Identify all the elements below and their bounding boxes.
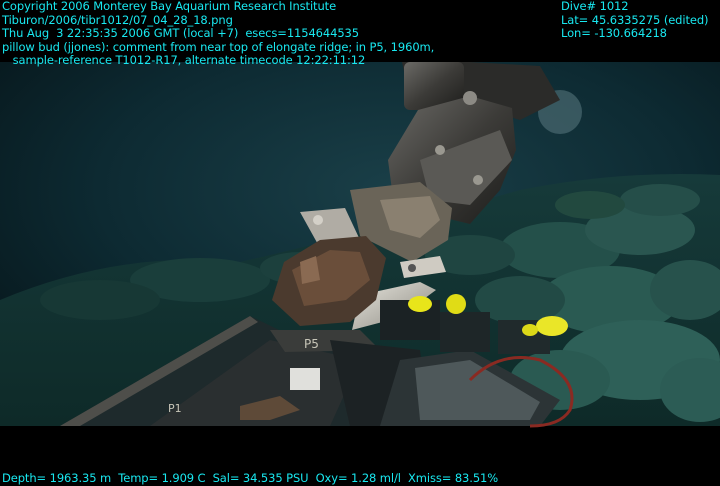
longitude: Lon= -130.664218 — [561, 26, 667, 40]
box-label-p1: P1 — [168, 402, 182, 415]
dive-number: Dive# 1012 — [561, 0, 629, 13]
telemetry-footer: Depth= 1963.35 m Temp= 1.909 C Sal= 34.5… — [2, 471, 499, 485]
copyright-line: Copyright 2006 Monterey Bay Aquarium Res… — [2, 0, 337, 13]
yellow-sponge — [408, 296, 432, 312]
dive-position-block: Dive# 1012 Lat= 45.6335275 (edited) Lon= -… — [561, 0, 709, 41]
timestamp-line: Thu Aug 3 22:35:35 2006 GMT (local +7) e… — [2, 26, 359, 40]
header-info-block: Copyright 2006 Monterey Bay Aquarium Res… — [2, 0, 434, 68]
yellow-sponge — [522, 324, 538, 336]
sample-reference-line: sample-reference T1012-R17, alternate ti… — [2, 53, 366, 67]
file-path-line: Tiburon/2006/tibr1012/07_04_28_18.png — [2, 12, 233, 27]
comment-line: pillow bud (jjones): comment from near t… — [2, 39, 435, 54]
seafloor-photo: P1 P5 — [0, 0, 720, 486]
yellow-sponge — [536, 316, 568, 336]
box-label-p5: P5 — [304, 337, 319, 351]
latitude: Lat= 45.6335275 (edited) — [561, 12, 709, 27]
yellow-sponge — [446, 294, 466, 314]
